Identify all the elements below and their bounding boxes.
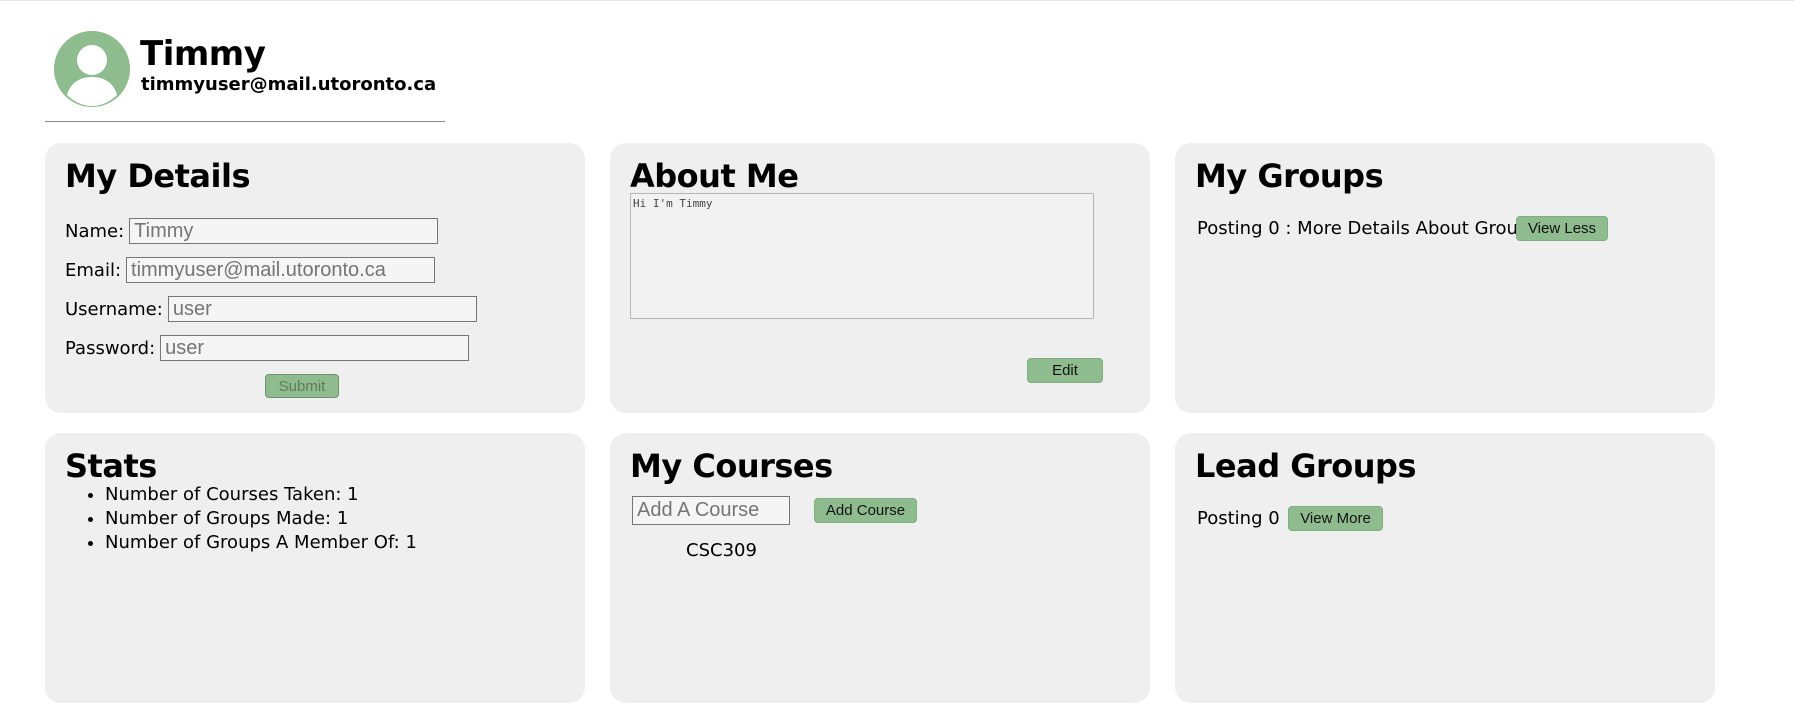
stat-groups-member: Number of Groups A Member Of: 1 — [105, 531, 417, 555]
name-field-row: Name: — [65, 218, 439, 244]
view-more-button[interactable]: View More — [1288, 506, 1383, 531]
password-input[interactable] — [160, 335, 470, 361]
my-courses-title: My Courses — [630, 447, 833, 485]
username-field-row: Username: — [65, 296, 477, 322]
about-me-textarea[interactable]: Hi I'm Timmy — [630, 193, 1094, 319]
stats-title: Stats — [65, 447, 157, 485]
profile-header: Timmy timmyuser@mail.utoronto.ca — [54, 31, 454, 111]
email-input[interactable] — [126, 257, 436, 283]
username-label: Username: — [65, 298, 163, 320]
lead-groups-card: Lead Groups Posting 0 View More — [1175, 433, 1715, 703]
user-avatar-icon — [54, 31, 130, 107]
my-details-title: My Details — [65, 157, 250, 195]
email-label: Email: — [65, 259, 122, 281]
course-item: CSC309 — [686, 540, 757, 561]
lead-groups-title: Lead Groups — [1195, 447, 1417, 485]
about-me-card: About Me Hi I'm Timmy Edit — [610, 143, 1150, 413]
username-input[interactable] — [167, 296, 477, 322]
password-label: Password: — [65, 337, 156, 359]
edit-button[interactable]: Edit — [1027, 358, 1103, 383]
password-field-row: Password: — [65, 335, 470, 361]
profile-name: Timmy — [140, 34, 266, 74]
about-me-title: About Me — [630, 157, 799, 195]
group-posting-text: Posting 0 : More Details About Group — [1197, 218, 1530, 239]
my-courses-card: My Courses Add Course CSC309 — [610, 433, 1150, 703]
my-details-card: My Details Name: Email: Username: Passwo… — [45, 143, 585, 413]
stats-card: Stats Number of Courses Taken: 1 Number … — [45, 433, 585, 703]
view-less-button[interactable]: View Less — [1516, 216, 1608, 241]
my-groups-title: My Groups — [1195, 157, 1384, 195]
stats-list: Number of Courses Taken: 1 Number of Gro… — [65, 483, 417, 555]
top-border — [0, 0, 1794, 1]
add-course-button[interactable]: Add Course — [814, 498, 917, 523]
my-groups-card: My Groups Posting 0 : More Details About… — [1175, 143, 1715, 413]
name-input[interactable] — [129, 218, 439, 244]
name-label: Name: — [65, 220, 125, 242]
profile-email: timmyuser@mail.utoronto.ca — [141, 74, 437, 95]
stat-courses-taken: Number of Courses Taken: 1 — [105, 483, 417, 507]
email-field-row: Email: — [65, 257, 436, 283]
add-course-input[interactable] — [632, 496, 790, 525]
stat-groups-made: Number of Groups Made: 1 — [105, 507, 417, 531]
submit-button[interactable]: Submit — [265, 374, 339, 398]
profile-divider — [45, 121, 445, 122]
lead-group-posting-text: Posting 0 — [1197, 508, 1280, 529]
